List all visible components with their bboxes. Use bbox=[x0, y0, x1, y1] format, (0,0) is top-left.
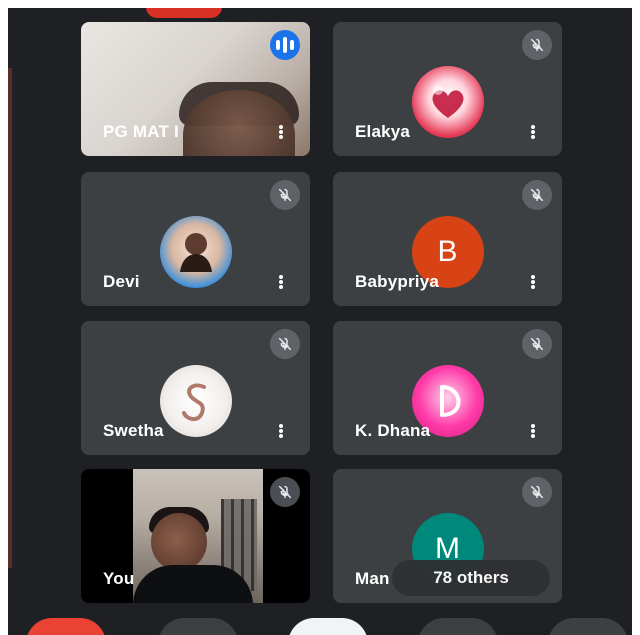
participant-tile[interactable]: Swetha bbox=[81, 321, 310, 455]
more-vert-icon[interactable] bbox=[530, 274, 536, 292]
more-vert-icon[interactable] bbox=[278, 423, 284, 441]
participant-tile[interactable]: PG MAT I bbox=[81, 22, 310, 156]
call-control-button[interactable] bbox=[158, 618, 238, 635]
participant-name: You bbox=[103, 569, 135, 588]
others-pill[interactable]: 78 others bbox=[392, 560, 550, 596]
monogram-s-icon bbox=[181, 383, 206, 421]
leave-call-button[interactable] bbox=[26, 618, 106, 635]
participant-name: Elakya bbox=[355, 122, 411, 141]
participant-tile[interactable]: Elakya bbox=[333, 22, 562, 156]
participant-name: Man bbox=[355, 569, 390, 588]
call-control-button[interactable] bbox=[418, 618, 498, 635]
mic-off-icon bbox=[522, 477, 552, 507]
mic-off-icon bbox=[270, 180, 300, 210]
profile-photo bbox=[179, 233, 212, 272]
mic-off-icon bbox=[270, 477, 300, 507]
mic-off-icon bbox=[522, 30, 552, 60]
more-vert-icon[interactable] bbox=[530, 423, 536, 441]
screenshot-frame: PG MAT I Elakya Devi B Babypriya Swetha … bbox=[0, 0, 640, 635]
participant-name: Devi bbox=[103, 272, 140, 291]
mic-off-icon bbox=[522, 180, 552, 210]
meeting-screen: PG MAT I Elakya Devi B Babypriya Swetha … bbox=[8, 8, 632, 635]
avatar bbox=[411, 66, 484, 138]
video-participant bbox=[151, 513, 207, 571]
avatar-letter: B bbox=[437, 235, 458, 268]
participant-name: PG MAT I bbox=[103, 122, 179, 141]
more-vert-icon[interactable] bbox=[278, 274, 284, 292]
more-vert-icon[interactable] bbox=[278, 124, 284, 142]
participant-tile[interactable]: B Babypriya bbox=[333, 172, 562, 306]
participant-name: Swetha bbox=[103, 421, 164, 440]
avatar bbox=[159, 365, 232, 437]
audio-levels-icon bbox=[276, 37, 294, 53]
heart-avatar-art bbox=[432, 85, 463, 118]
avatar bbox=[159, 216, 232, 288]
mic-off-icon bbox=[270, 329, 300, 359]
top-status-pill bbox=[146, 8, 222, 18]
screen-edge bbox=[8, 68, 12, 568]
call-controls-bar bbox=[8, 618, 632, 635]
participant-tile[interactable]: K. Dhana bbox=[333, 321, 562, 455]
speaking-indicator bbox=[270, 30, 300, 60]
participant-name: Babypriya bbox=[355, 272, 440, 291]
more-vert-icon[interactable] bbox=[530, 124, 536, 142]
call-control-button[interactable] bbox=[288, 618, 368, 635]
call-control-button[interactable] bbox=[548, 618, 628, 635]
self-view-video bbox=[133, 469, 263, 603]
participant-tile[interactable]: Devi bbox=[81, 172, 310, 306]
others-count: 78 others bbox=[433, 568, 509, 587]
participant-name: K. Dhana bbox=[355, 421, 431, 440]
mic-off-icon bbox=[522, 329, 552, 359]
participant-tile[interactable]: You bbox=[81, 469, 310, 603]
video-body bbox=[133, 565, 253, 603]
